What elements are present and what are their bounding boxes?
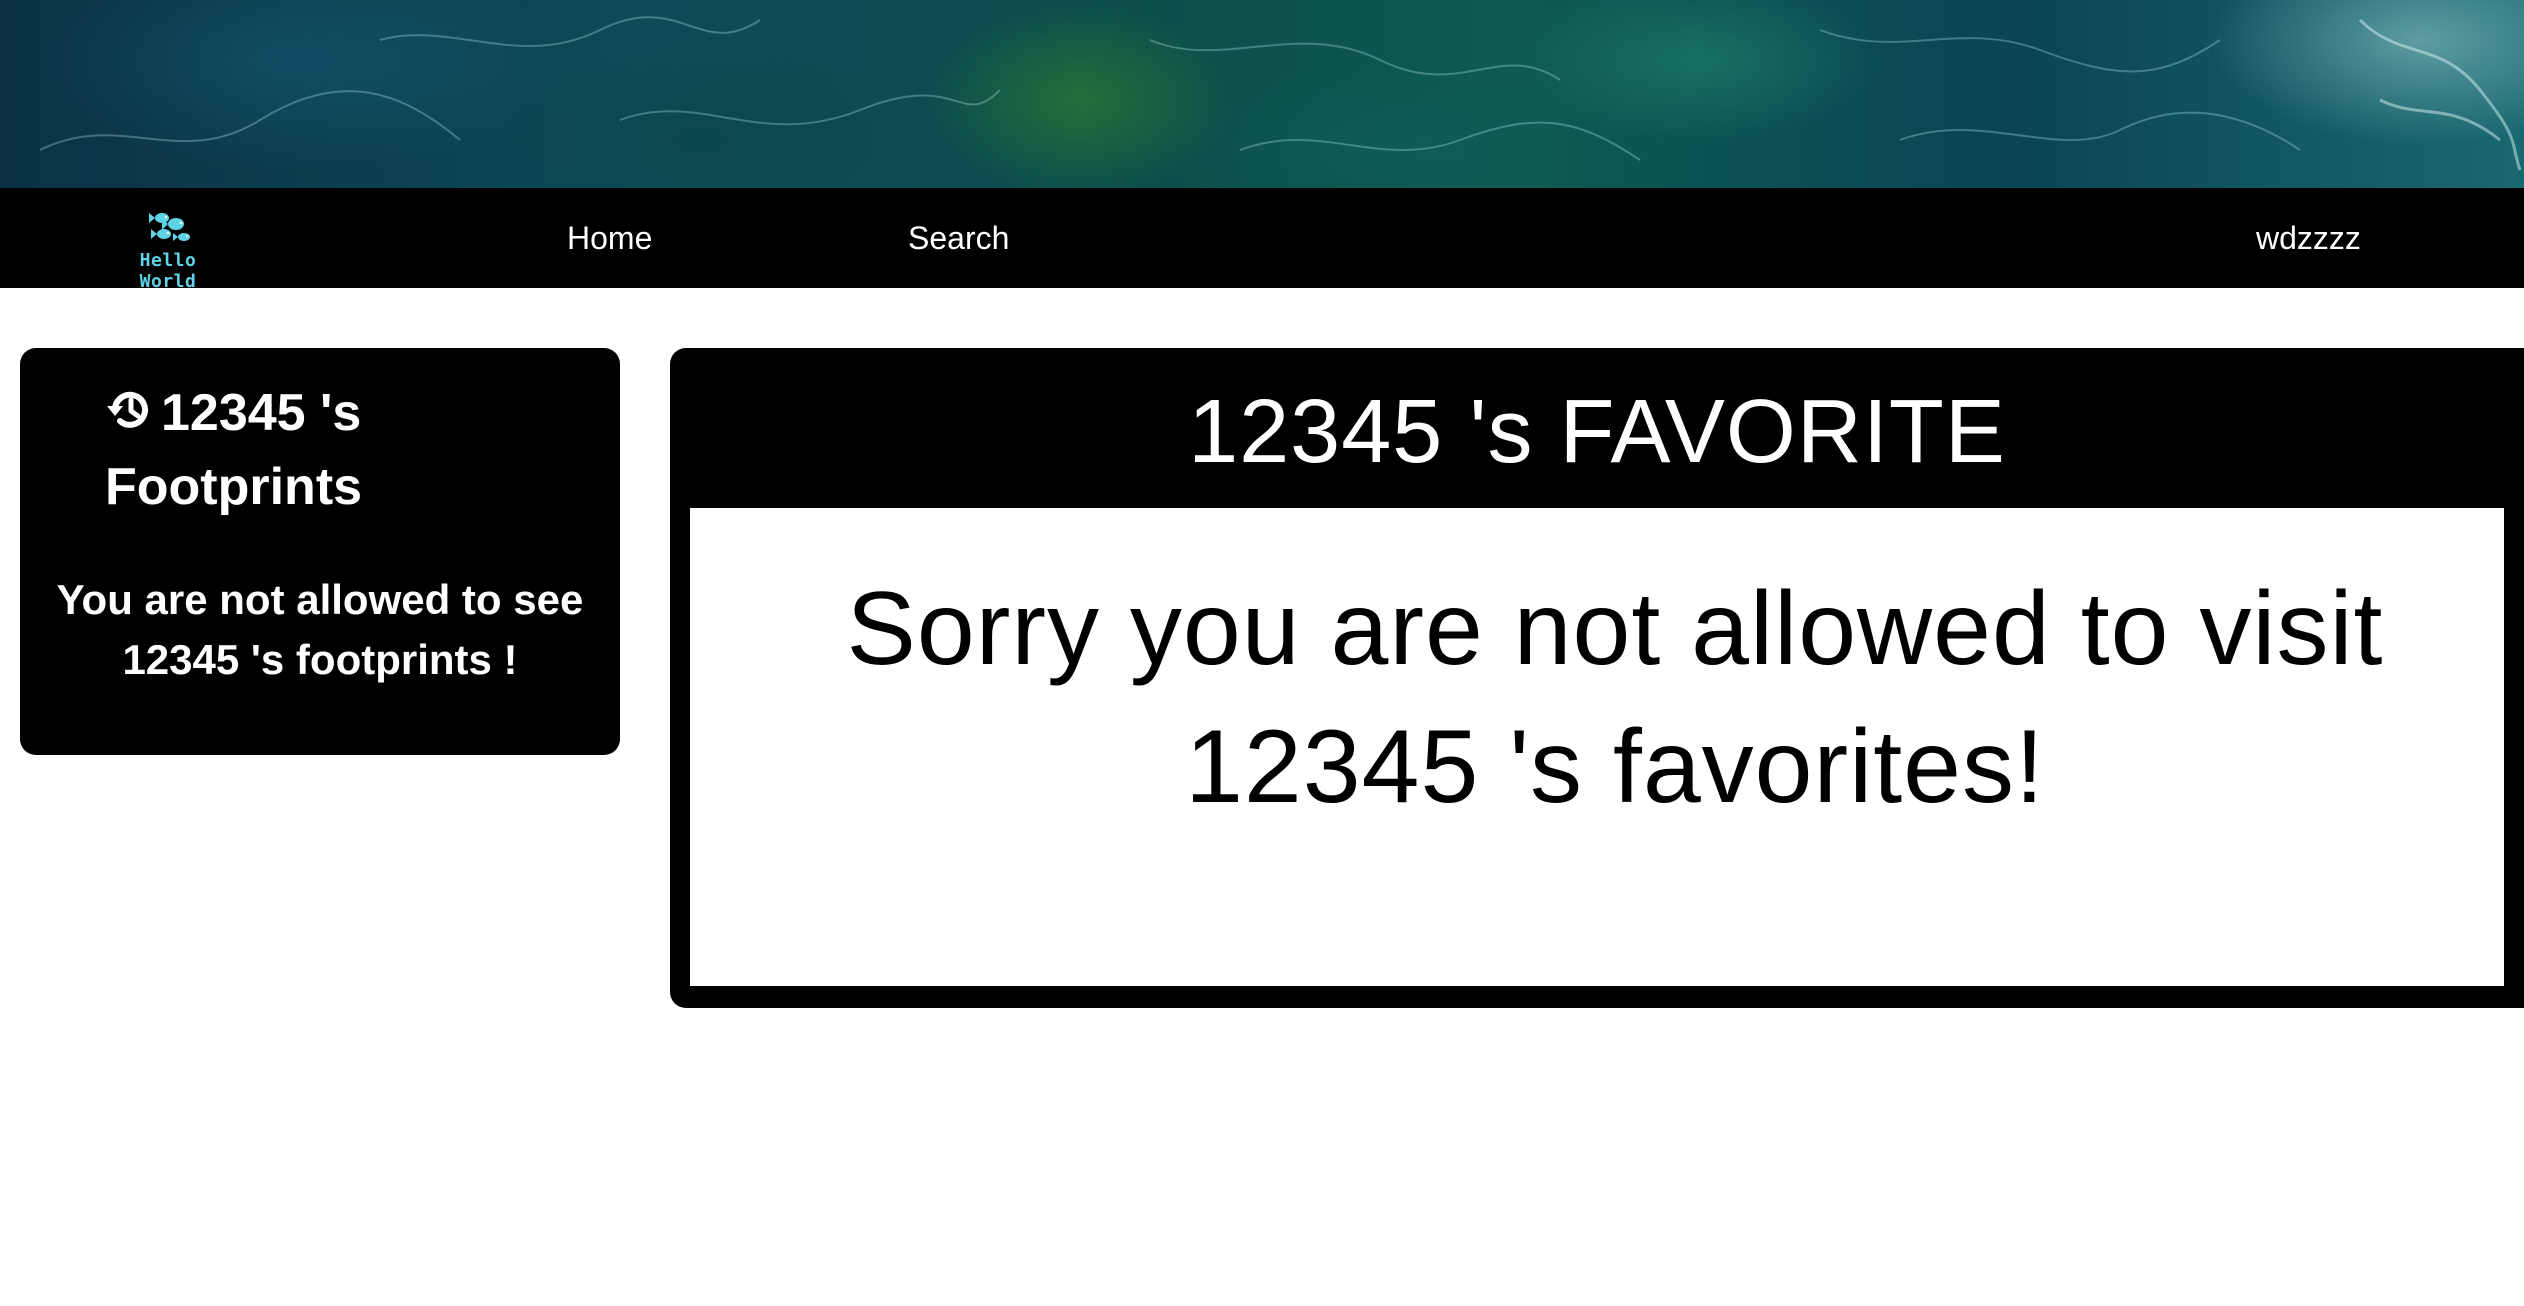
nav-home-link[interactable]: Home [567, 188, 652, 288]
site-logo[interactable]: Hello World [108, 208, 228, 292]
footprints-heading: 12345 's Footprints [105, 376, 585, 524]
favorite-denied-message: Sorry you are not allowed to visit 12345… [846, 571, 2384, 825]
nav-search-link[interactable]: Search [908, 188, 1009, 288]
footprints-panel: 12345 's Footprints You are not allowed … [20, 348, 620, 755]
top-nav-bar: Hello World Home Search wdzzzz [0, 188, 2524, 292]
fish-icon [149, 213, 190, 241]
ocean-texture-overlay [39, 16, 2522, 171]
logo-text: Hello World [139, 250, 197, 292]
favorite-panel: 12345 's FAVORITE Sorry you are not allo… [670, 348, 2524, 1008]
history-icon [107, 391, 148, 428]
nav-username-link[interactable]: wdzzzz [2256, 188, 2361, 288]
favorite-content-area: Sorry you are not allowed to visit 12345… [690, 508, 2504, 986]
favorite-heading: 12345 's FAVORITE [1188, 382, 2006, 482]
footprints-denied-message: You are not allowed to see 12345 's foot… [56, 576, 584, 683]
header-banner-image [0, 0, 2524, 188]
